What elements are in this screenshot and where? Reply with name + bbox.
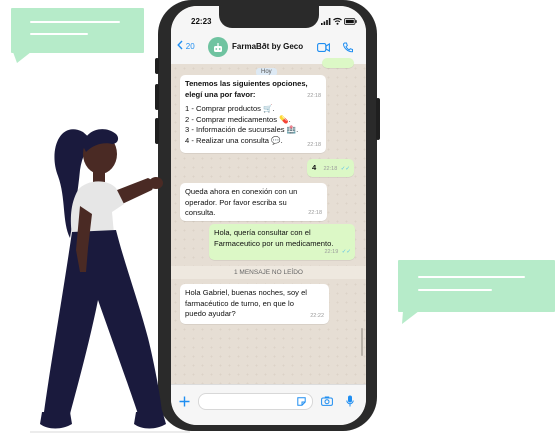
previous-message-peek bbox=[322, 58, 354, 68]
hair-top bbox=[83, 129, 119, 152]
phone-side-button bbox=[155, 58, 159, 74]
phone-volume-down bbox=[155, 118, 159, 144]
phone-screen: 22:23 20 FarmaBðt by Geco Hoy Tenemos la… bbox=[171, 6, 366, 425]
scrollbar[interactable] bbox=[361, 328, 363, 356]
microphone-icon[interactable] bbox=[346, 395, 354, 407]
status-time: 22:23 bbox=[191, 17, 212, 26]
message-bubble[interactable]: 4 22:18 ✓✓ bbox=[307, 159, 354, 177]
speech-bubble-left-tail bbox=[13, 52, 31, 63]
woman-neck bbox=[93, 168, 105, 182]
message-time: 22:22 bbox=[310, 313, 324, 320]
unread-banner-text: 1 MENSAJE NO LEÍDO bbox=[234, 269, 303, 276]
phone-volume-up bbox=[155, 84, 159, 110]
message-time: 22:19 bbox=[324, 249, 339, 256]
message-line: farmacéutico de turno, en que lo bbox=[185, 298, 294, 308]
video-call-icon[interactable] bbox=[317, 43, 330, 52]
speech-bubble-right bbox=[398, 260, 555, 312]
message-time: 22:18 bbox=[307, 93, 321, 99]
double-check-icon: ✓✓ bbox=[341, 249, 351, 256]
message-line: Tenemos las siguientes opciones, bbox=[185, 79, 308, 88]
back-count: 20 bbox=[185, 42, 195, 51]
unread-banner: 1 MENSAJE NO LEÍDO bbox=[171, 266, 366, 279]
battery-icon bbox=[344, 18, 357, 25]
wifi-icon bbox=[333, 17, 342, 25]
woman-shirt bbox=[70, 181, 124, 236]
message-line: elegí una por favor: bbox=[185, 89, 256, 99]
woman-left-foot bbox=[40, 412, 72, 429]
message-bubble[interactable]: Tenemos las siguientes opciones, elegí u… bbox=[180, 75, 326, 153]
raised-arm bbox=[112, 178, 156, 206]
message-bubble[interactable]: Hola Gabriel, buenas noches, soy el farm… bbox=[180, 284, 329, 324]
message-line: puedo ayudar? bbox=[185, 309, 236, 319]
speech-bubble-right-tail bbox=[402, 311, 419, 324]
sticker-icon[interactable] bbox=[297, 397, 306, 406]
message-time: 22:18 bbox=[323, 166, 338, 173]
plus-icon[interactable] bbox=[179, 396, 190, 407]
phone-call-icon[interactable] bbox=[342, 42, 353, 53]
message-line: Hola, quería consultar con el bbox=[214, 228, 311, 237]
message-bubble[interactable]: Queda ahora en conexión con un operador.… bbox=[180, 183, 327, 221]
speech-bubble-left bbox=[11, 8, 144, 53]
camera-icon[interactable] bbox=[321, 396, 333, 406]
message-line: 4 bbox=[312, 163, 317, 172]
message-line: 2 - Comprar medicamentos 💊. bbox=[185, 114, 291, 124]
woman-trousers bbox=[44, 230, 162, 414]
back-button[interactable]: 20 bbox=[177, 40, 195, 52]
contact-avatar[interactable] bbox=[208, 37, 228, 57]
message-line: operador. Por favor escriba su bbox=[185, 197, 287, 207]
message-time: 22:18 bbox=[308, 210, 322, 217]
hair-ponytail bbox=[54, 129, 92, 238]
message-time: 22:18 bbox=[307, 142, 321, 149]
message-line: 3 - Información de sucursales 🏥. bbox=[185, 125, 299, 135]
double-check-icon: ✓✓ bbox=[340, 166, 350, 173]
signal-icon bbox=[321, 18, 331, 25]
contact-name[interactable]: FarmaBðt by Geco bbox=[232, 42, 303, 51]
phone-power-button bbox=[376, 98, 380, 140]
back-chevron-icon bbox=[177, 40, 183, 50]
message-line: 4 - Realizar una consulta 💬. bbox=[185, 135, 283, 145]
message-line: Queda ahora en conexión con un bbox=[185, 187, 298, 196]
lower-arm bbox=[76, 206, 92, 272]
message-line: 1 - Comprar productos 🛒. bbox=[185, 104, 275, 114]
chat-area[interactable]: Hoy Tenemos las siguientes opciones, ele… bbox=[171, 58, 366, 384]
message-bubble[interactable]: Hola, quería consultar con el Farmaceuti… bbox=[209, 224, 355, 260]
message-input[interactable] bbox=[198, 393, 313, 410]
woman-head bbox=[83, 134, 117, 174]
input-bar bbox=[171, 384, 366, 425]
phone-notch bbox=[219, 6, 319, 28]
message-line: Hola Gabriel, buenas noches, soy el bbox=[185, 288, 307, 297]
robot-avatar-icon bbox=[214, 43, 222, 52]
message-line: consulta. bbox=[185, 208, 216, 218]
